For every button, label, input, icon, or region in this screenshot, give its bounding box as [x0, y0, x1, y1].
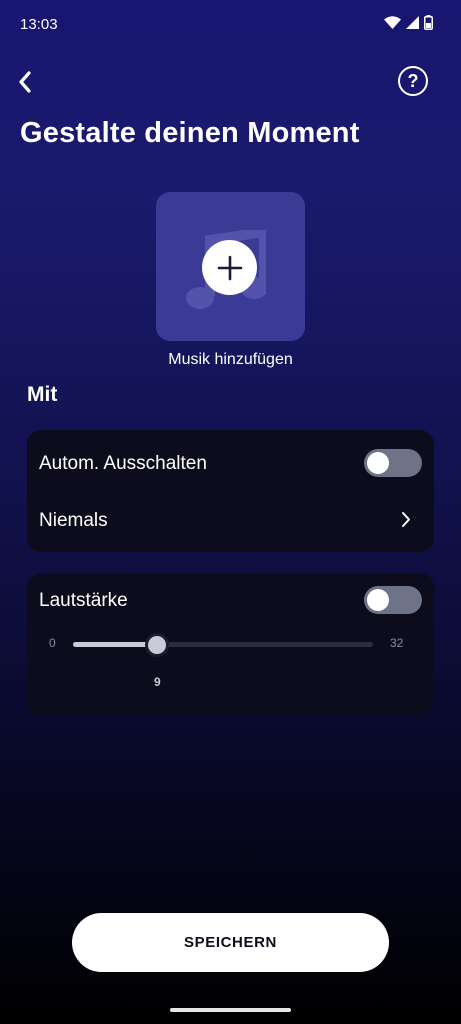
add-music-label: Musik hinzufügen: [168, 351, 293, 368]
page-title: Gestalte deinen Moment: [20, 117, 360, 149]
chevron-left-icon: [19, 71, 31, 93]
navigation-handle[interactable]: [170, 1008, 291, 1012]
volume-card: Lautstärke 0 32 9: [27, 573, 434, 715]
volume-value: 9: [154, 675, 161, 689]
volume-min-label: 0: [49, 636, 56, 650]
back-button[interactable]: [10, 66, 40, 98]
section-title: Mit: [27, 383, 58, 406]
toggle-knob: [367, 452, 389, 474]
top-bar: [0, 60, 461, 104]
signal-icon: [406, 16, 419, 29]
status-icons: [384, 15, 433, 30]
auto-off-toggle[interactable]: [364, 449, 422, 477]
help-icon: ?: [407, 70, 419, 91]
auto-off-duration-row[interactable]: Niemals: [27, 492, 434, 547]
plus-icon: [217, 255, 242, 280]
volume-slider-thumb[interactable]: [145, 633, 170, 657]
auto-off-card: Autom. Ausschalten Niemals: [27, 430, 434, 552]
volume-slider[interactable]: [73, 633, 373, 657]
save-button[interactable]: SPEICHERN: [72, 913, 389, 972]
auto-off-value: Niemals: [39, 510, 108, 531]
toggle-knob: [367, 589, 389, 611]
volume-label: Lautstärke: [39, 590, 128, 611]
battery-icon: [424, 15, 433, 30]
help-button[interactable]: ?: [398, 66, 428, 96]
wifi-icon: [384, 16, 401, 29]
auto-off-label: Autom. Ausschalten: [39, 453, 207, 474]
add-music-button[interactable]: [156, 192, 305, 341]
chevron-right-icon: [402, 512, 410, 527]
volume-toggle[interactable]: [364, 586, 422, 614]
status-bar: 13:03: [0, 0, 461, 50]
status-time: 13:03: [20, 16, 58, 33]
add-circle: [202, 240, 257, 295]
volume-max-label: 32: [390, 636, 404, 650]
